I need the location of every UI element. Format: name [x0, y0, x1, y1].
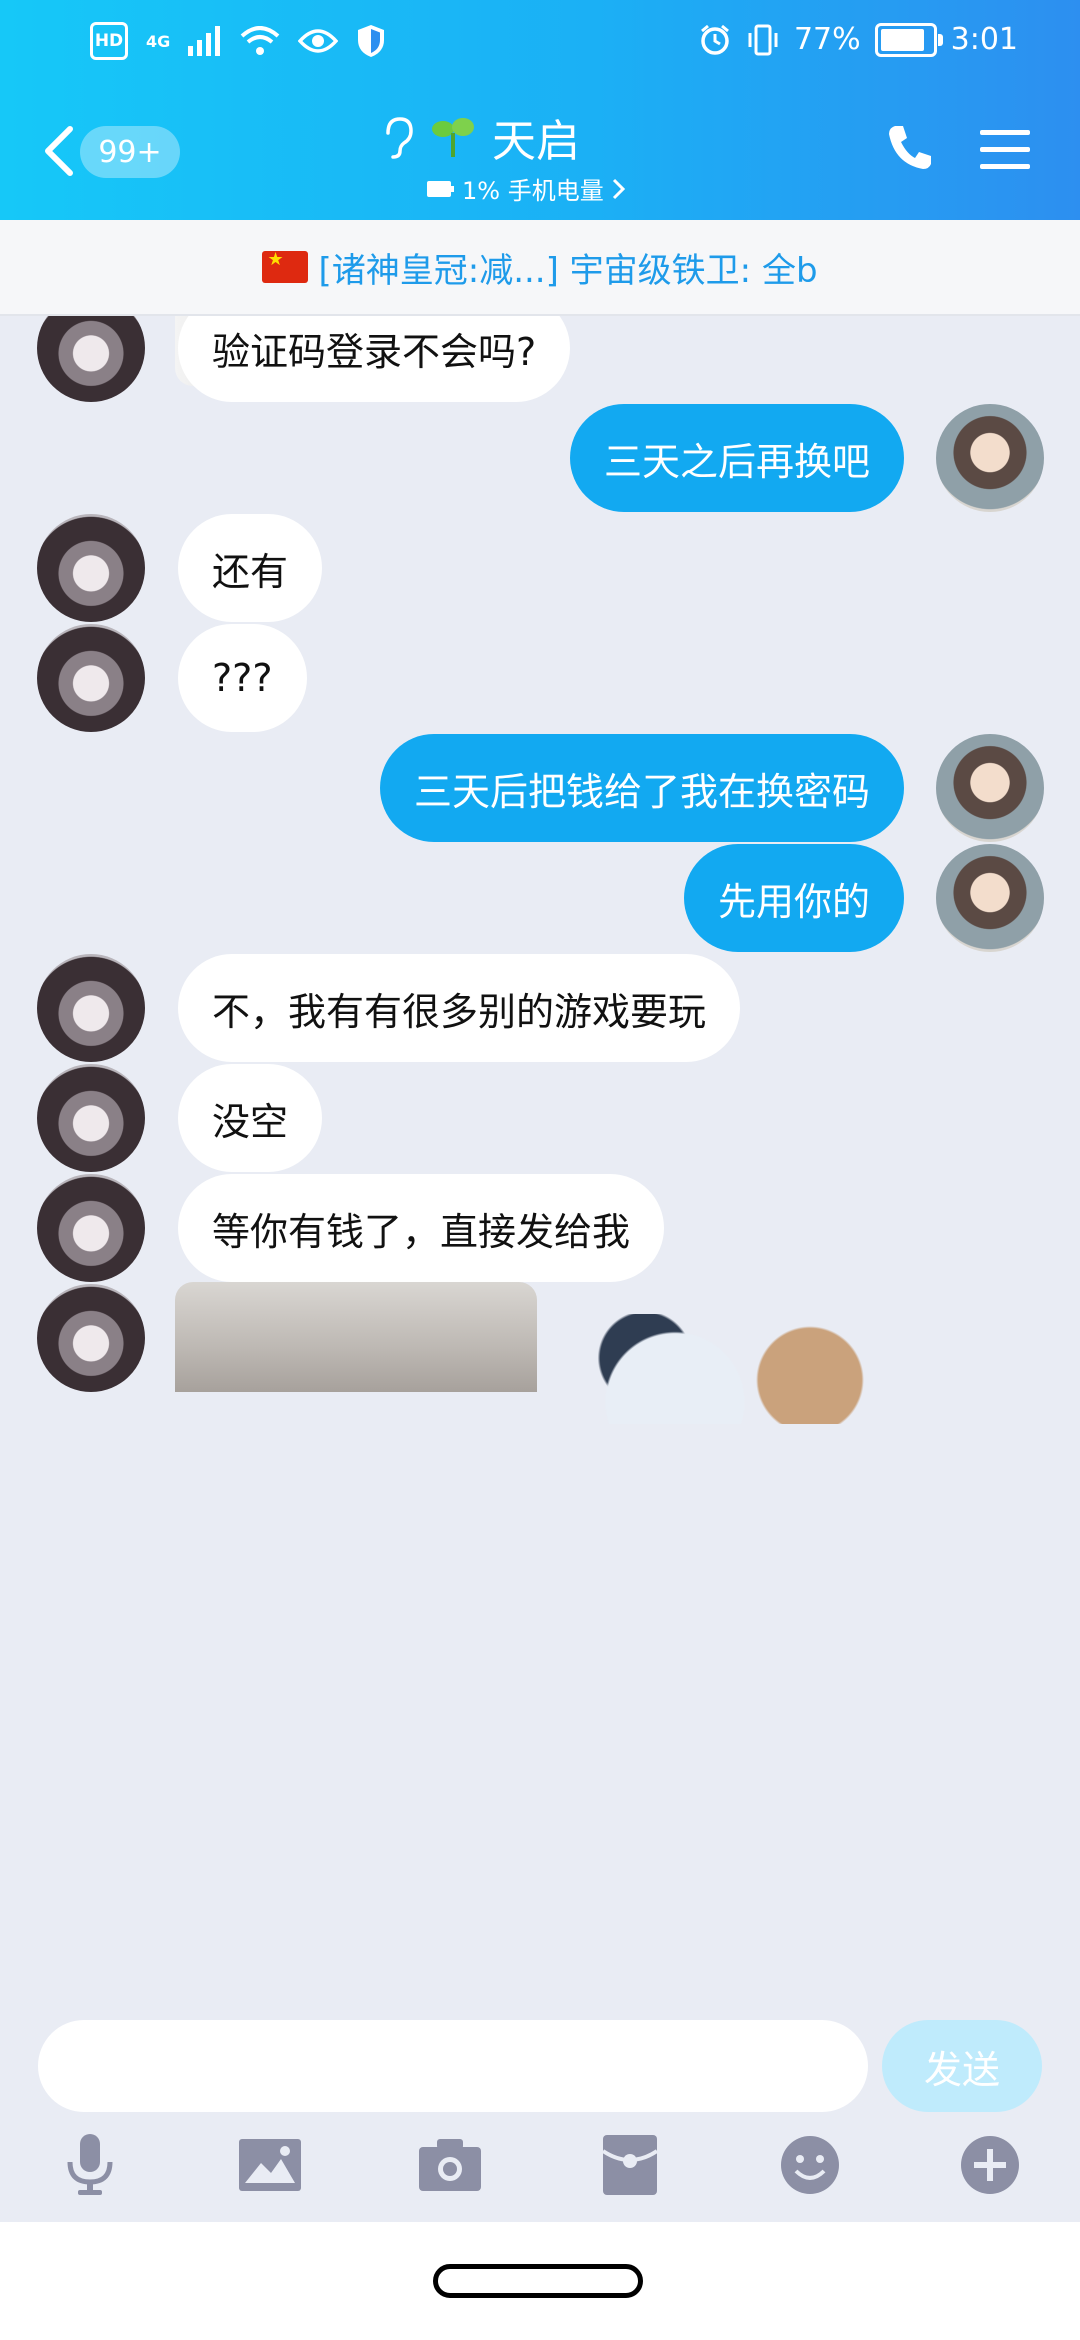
phone-battery-icon — [427, 180, 454, 197]
emoji-icon[interactable] — [775, 2130, 845, 2200]
my-avatar[interactable] — [936, 734, 1044, 842]
title-notice-banner[interactable]: [诸神皇冠:减...] 宇宙级铁卫: 全b — [0, 220, 1080, 316]
my-avatar[interactable] — [936, 844, 1044, 952]
image-icon[interactable] — [235, 2130, 305, 2200]
contact-avatar[interactable] — [37, 514, 145, 622]
microphone-icon[interactable] — [55, 2130, 125, 2200]
contact-avatar[interactable] — [37, 1064, 145, 1172]
composer-bar: 发送 — [0, 2000, 1080, 2222]
chat-title: 天启 — [492, 116, 580, 167]
camera-icon[interactable] — [415, 2130, 485, 2200]
sticker-pendant — [585, 1314, 885, 1424]
image-message[interactable] — [175, 1282, 537, 1392]
message-bubble-outgoing[interactable]: 先用你的 — [683, 844, 904, 952]
message-bubble-incoming[interactable]: 没空 — [178, 1064, 323, 1172]
home-indicator[interactable] — [433, 2264, 643, 2298]
chat-header: HD 4G 77% 3:01 99+ 天启 1% 手机电量 — [0, 0, 1080, 220]
contact-avatar[interactable] — [37, 1174, 145, 1282]
contact-avatar[interactable] — [37, 1284, 145, 1392]
message-bubble-outgoing[interactable]: 三天后把钱给了我在换密码 — [379, 734, 904, 842]
hd-icon: HD — [90, 22, 128, 60]
send-button[interactable]: 发送 — [882, 2020, 1042, 2112]
contact-avatar[interactable] — [37, 954, 145, 1062]
message-bubble-incoming[interactable]: ??? — [178, 624, 307, 732]
wifi-icon — [240, 26, 280, 55]
my-avatar[interactable] — [936, 404, 1044, 512]
message-bubble-incoming[interactable]: 验证码登录不会吗? — [178, 314, 571, 402]
system-nav-bar — [0, 2222, 1080, 2340]
subtitle-text: 1% 手机电量 — [462, 177, 604, 205]
menu-icon[interactable] — [980, 128, 1030, 172]
vibrate-icon — [748, 24, 778, 55]
signal-icon — [188, 26, 221, 56]
china-flag-icon — [262, 249, 309, 283]
status-bar: HD 4G 77% 3:01 — [0, 0, 1080, 90]
message-input[interactable] — [38, 2020, 868, 2112]
notice-text: [诸神皇冠:减...] 宇宙级铁卫: 全b — [318, 250, 818, 291]
composer-toolbar — [0, 2130, 1080, 2210]
phone-call-icon[interactable] — [885, 122, 935, 172]
message-bubble-outgoing[interactable]: 三天之后再换吧 — [569, 404, 904, 512]
earpiece-mode-icon[interactable] — [380, 115, 414, 159]
shield-icon — [358, 25, 385, 57]
contact-avatar[interactable] — [37, 624, 145, 732]
unread-count-badge[interactable]: 99+ — [80, 126, 180, 178]
red-packet-icon[interactable] — [595, 2130, 665, 2200]
chevron-right-icon — [612, 178, 625, 199]
chat-subtitle[interactable]: 1% 手机电量 — [380, 171, 700, 206]
plus-icon[interactable] — [955, 2130, 1025, 2200]
battery-icon — [874, 22, 943, 57]
contact-avatar[interactable] — [37, 314, 145, 402]
message-bubble-incoming[interactable]: 还有 — [178, 514, 323, 622]
network-type: 4G — [146, 31, 171, 51]
alarm-icon — [700, 24, 729, 55]
eye-icon — [298, 29, 339, 53]
battery-percent: 77% — [793, 22, 861, 57]
clock: 3:01 — [950, 22, 1018, 57]
sprout-icon — [432, 118, 474, 157]
message-bubble-incoming[interactable]: 等你有钱了，直接发给我 — [178, 1174, 665, 1282]
message-list[interactable]: 验证码登录不会吗? 三天之后再换吧 还有 ??? 三天后把钱给了我在换密码 先用… — [0, 314, 1080, 2000]
message-bubble-incoming[interactable]: 不，我有有很多别的游戏要玩 — [178, 954, 741, 1062]
chat-title-block[interactable]: 天启 1% 手机电量 — [380, 105, 700, 206]
back-arrow-icon[interactable] — [40, 125, 80, 177]
